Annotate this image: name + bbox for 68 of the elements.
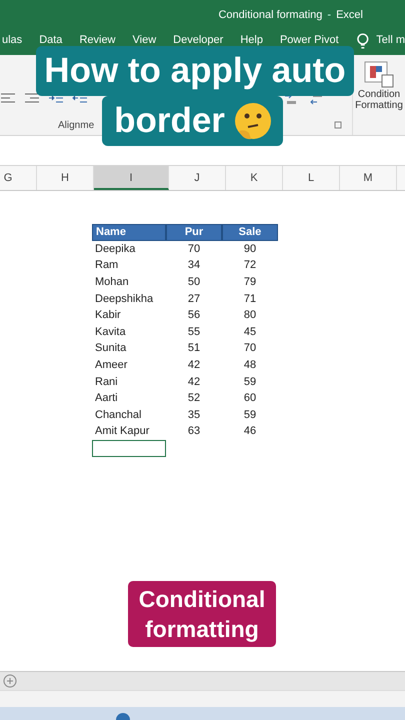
window-title: Conditional formating bbox=[218, 9, 322, 21]
ribbon-tab[interactable]: Power Pivot bbox=[280, 30, 339, 46]
table-cell-text: 70 bbox=[186, 242, 202, 257]
table-cell-text: 70 bbox=[242, 341, 258, 356]
add-sheet-icon[interactable] bbox=[3, 674, 17, 688]
table-cell-text: Deepshikha bbox=[94, 292, 154, 307]
table-cell-text: Ram bbox=[94, 258, 120, 274]
lightbulb-icon[interactable] bbox=[356, 33, 370, 49]
table-cell-text: Ameer bbox=[94, 358, 128, 373]
align-right-icon[interactable] bbox=[24, 92, 40, 104]
tell-me-field[interactable]: Tell m bbox=[376, 30, 405, 46]
ribbon-tab[interactable]: Data bbox=[39, 30, 62, 46]
thinking-emoji-icon bbox=[232, 101, 273, 141]
ribbon-tab[interactable]: ulas bbox=[2, 30, 22, 46]
table-cell-text: 52 bbox=[186, 391, 202, 406]
title-separator: - bbox=[327, 9, 332, 21]
align-left-icon[interactable] bbox=[0, 92, 16, 104]
caption: How to apply auto bbox=[36, 46, 354, 96]
table-cell-text: 45 bbox=[242, 324, 258, 340]
conditional-formatting-icon bbox=[364, 61, 394, 89]
table-cell-text: 79 bbox=[242, 274, 258, 290]
column-header[interactable]: M bbox=[340, 166, 397, 190]
table-cell-text: Mohan bbox=[94, 274, 130, 290]
table-cell-text: 34 bbox=[186, 258, 202, 274]
caption: border bbox=[102, 96, 283, 146]
active-cell[interactable] bbox=[92, 440, 166, 457]
table-cell-text: 35 bbox=[186, 408, 202, 423]
dialog-launcher-icon[interactable] bbox=[334, 121, 342, 129]
ribbon-tab[interactable]: Developer bbox=[173, 30, 224, 46]
table-cell-text: 60 bbox=[242, 391, 258, 406]
table-cell-text: 50 bbox=[186, 274, 202, 290]
header-cell: Pur bbox=[166, 224, 222, 241]
table-cell-text: 55 bbox=[186, 324, 202, 340]
column-header[interactable]: K bbox=[226, 166, 283, 190]
ribbon-tab[interactable]: Review bbox=[79, 30, 116, 46]
table-cell-text: 71 bbox=[242, 292, 258, 307]
table-cell-text: 59 bbox=[242, 408, 258, 423]
ribbon-tab[interactable]: Help bbox=[240, 30, 263, 46]
header-cell: Sale bbox=[222, 224, 278, 241]
table-cell-text: 46 bbox=[242, 424, 258, 440]
header-cell: Name bbox=[92, 224, 166, 241]
column-header[interactable]: I bbox=[94, 166, 169, 190]
column-header[interactable]: L bbox=[283, 166, 340, 190]
app-name: Excel bbox=[336, 9, 363, 21]
column-header[interactable]: G bbox=[0, 166, 37, 190]
table-cell-text: 63 bbox=[186, 424, 202, 440]
table-cell-text: 27 bbox=[186, 292, 202, 307]
table-cell-text: 90 bbox=[242, 242, 258, 257]
table-cell-text: 51 bbox=[186, 341, 202, 356]
table-cell-text: Amit Kapur bbox=[94, 424, 150, 440]
table-cell-text: 80 bbox=[242, 308, 258, 324]
ribbon-tab[interactable]: View bbox=[132, 30, 156, 46]
table-cell-text: Kavita bbox=[94, 324, 127, 340]
table-cell-text: 56 bbox=[186, 308, 202, 324]
table-cell-text: Aarti bbox=[94, 391, 119, 406]
table-cell-text: 72 bbox=[242, 258, 258, 274]
table-cell-text: Chanchal bbox=[94, 408, 142, 423]
column-header[interactable]: J bbox=[169, 166, 226, 190]
app-icon[interactable] bbox=[116, 712, 130, 720]
caption: Conditional formatting bbox=[128, 581, 276, 647]
table-cell-text: 42 bbox=[186, 374, 202, 390]
table-cell-text: Kabir bbox=[94, 308, 122, 324]
table-cell-text: Rani bbox=[94, 374, 119, 390]
table-cell-text: Deepika bbox=[94, 242, 136, 257]
table-cell-text: Sunita bbox=[94, 341, 128, 356]
table-cell-text: 42 bbox=[186, 358, 202, 373]
table-cell-text: 48 bbox=[242, 358, 258, 373]
table-cell-text: 59 bbox=[242, 374, 258, 390]
